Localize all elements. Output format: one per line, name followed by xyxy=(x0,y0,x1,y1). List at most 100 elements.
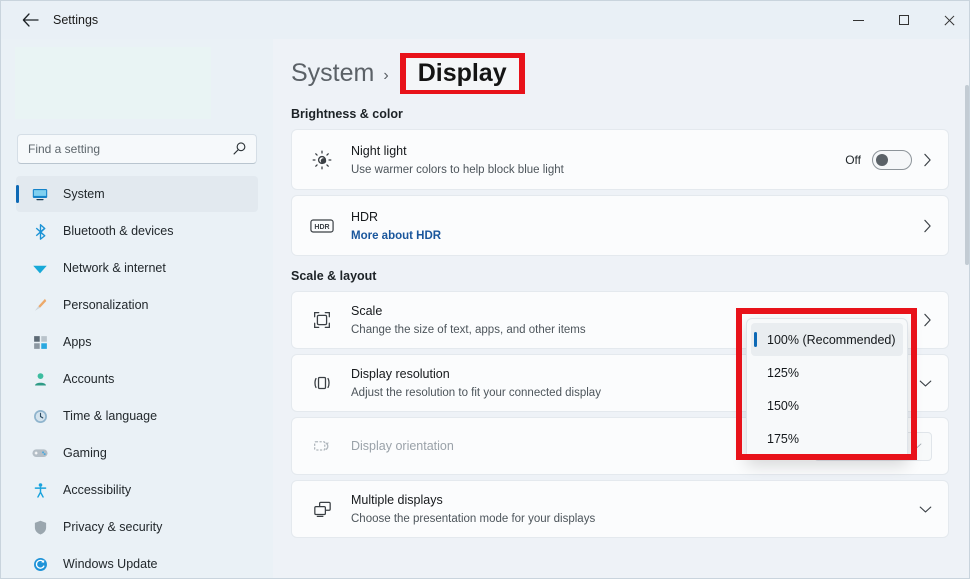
row-title: HDR xyxy=(351,209,379,224)
sidebar-item-label: Personalization xyxy=(63,298,149,312)
scale-option-150[interactable]: 150% xyxy=(751,389,903,422)
chevron-down-icon[interactable] xyxy=(919,505,932,514)
scale-option-100[interactable]: 100% (Recommended) xyxy=(751,323,903,356)
sidebar-item-label: Network & internet xyxy=(63,261,166,275)
night-light-controls: Off xyxy=(845,149,932,170)
multiple-displays-icon xyxy=(308,498,336,521)
setting-row-hdr[interactable]: HDR HDR More about HDR xyxy=(291,195,949,256)
wifi-icon xyxy=(30,258,50,278)
display-orientation-text: Display orientation xyxy=(351,437,814,455)
gamepad-icon xyxy=(30,443,50,463)
svg-text:HDR: HDR xyxy=(314,224,329,231)
display-resolution-controls xyxy=(919,379,932,388)
sidebar-item-bluetooth-devices[interactable]: Bluetooth & devices xyxy=(16,213,258,249)
multiple-displays-text: Multiple displays Choose the presentatio… xyxy=(351,491,919,527)
sidebar-item-label: System xyxy=(63,187,105,201)
monitor-icon xyxy=(30,184,50,204)
toggle-knob xyxy=(876,153,888,166)
scale-resize-icon xyxy=(308,309,336,331)
row-subtitle: Change the size of text, apps, and other… xyxy=(351,324,586,336)
sidebar: System Bluetooth & devices Network & int… xyxy=(1,39,273,578)
night-light-toggle[interactable] xyxy=(872,149,912,170)
back-arrow-icon xyxy=(22,13,39,27)
sidebar-item-label: Accounts xyxy=(63,372,115,386)
night-light-text: Night light Use warmer colors to help bl… xyxy=(351,142,845,178)
section-heading-brightness-color: Brightness & color xyxy=(291,107,403,121)
close-icon xyxy=(943,14,955,26)
scale-dropdown-list[interactable]: 100% (Recommended) 125% 150% 175% xyxy=(746,318,908,460)
resolution-icon xyxy=(308,372,336,394)
scale-option-label: 100% (Recommended) xyxy=(767,332,896,347)
back-button[interactable] xyxy=(13,5,47,35)
sidebar-item-label: Privacy & security xyxy=(63,520,163,534)
section-heading-scale-layout: Scale & layout xyxy=(291,269,377,283)
sidebar-nav: System Bluetooth & devices Network & int… xyxy=(1,176,273,578)
scale-option-label: 150% xyxy=(767,398,799,413)
sidebar-item-personalization[interactable]: Personalization xyxy=(16,287,258,323)
multiple-displays-controls xyxy=(919,505,932,514)
sidebar-item-label: Windows Update xyxy=(63,557,158,571)
person-icon xyxy=(30,369,50,389)
row-subtitle: Adjust the resolution to fit your connec… xyxy=(351,387,601,399)
more-about-hdr-link[interactable]: More about HDR xyxy=(351,230,441,242)
accessibility-icon xyxy=(30,480,50,500)
row-subtitle: Choose the presentation mode for your di… xyxy=(351,513,596,525)
scale-controls xyxy=(923,313,932,327)
apps-grid-icon xyxy=(30,332,50,352)
row-title: Scale xyxy=(351,304,383,318)
setting-row-night-light[interactable]: Night light Use warmer colors to help bl… xyxy=(291,129,949,190)
setting-row-multiple-displays[interactable]: Multiple displays Choose the presentatio… xyxy=(291,480,949,538)
chevron-right-icon[interactable] xyxy=(923,313,932,327)
chevron-down-icon[interactable] xyxy=(919,379,932,388)
sidebar-item-accounts[interactable]: Accounts xyxy=(16,361,258,397)
minimize-button[interactable] xyxy=(836,1,881,39)
brightness-color-cards: Night light Use warmer colors to help bl… xyxy=(291,129,949,256)
scale-option-label: 175% xyxy=(767,431,799,446)
brightness-sun-icon xyxy=(308,149,336,171)
main-content: System › Display Brightness & color Nigh… xyxy=(273,39,969,578)
sidebar-item-privacy-security[interactable]: Privacy & security xyxy=(16,509,258,545)
sidebar-item-windows-update[interactable]: Windows Update xyxy=(16,546,258,578)
window-title: Settings xyxy=(53,13,99,27)
scale-option-175[interactable]: 175% xyxy=(751,422,903,455)
scale-option-125[interactable]: 125% xyxy=(751,356,903,389)
sidebar-item-system[interactable]: System xyxy=(16,176,258,212)
paintbrush-icon xyxy=(30,295,50,315)
scale-option-label: 125% xyxy=(767,365,799,380)
row-title: Display orientation xyxy=(351,439,454,453)
sidebar-item-network-internet[interactable]: Network & internet xyxy=(16,250,258,286)
shield-icon xyxy=(30,517,50,537)
sidebar-item-label: Accessibility xyxy=(63,483,132,497)
breadcrumb-separator-icon: › xyxy=(383,66,389,84)
user-profile-placeholder xyxy=(15,47,211,119)
breadcrumb: System › Display xyxy=(291,53,969,94)
title-bar: Settings xyxy=(1,1,969,39)
night-light-state-label: Off xyxy=(845,152,861,167)
chevron-right-icon[interactable] xyxy=(923,153,932,167)
window-controls xyxy=(836,1,969,39)
bluetooth-icon xyxy=(30,221,50,241)
content-scrollbar[interactable] xyxy=(965,85,969,265)
close-button[interactable] xyxy=(926,1,969,39)
search-box[interactable] xyxy=(17,134,257,164)
row-subtitle: Use warmer colors to help block blue lig… xyxy=(351,163,564,176)
search-input[interactable] xyxy=(18,142,213,156)
sidebar-item-time-language[interactable]: Time & language xyxy=(16,398,258,434)
hdr-controls xyxy=(923,219,932,233)
sidebar-item-accessibility[interactable]: Accessibility xyxy=(16,472,258,508)
sidebar-item-label: Bluetooth & devices xyxy=(63,224,174,238)
row-title: Display resolution xyxy=(351,367,450,381)
row-title: Night light xyxy=(351,143,407,158)
maximize-icon xyxy=(898,15,909,25)
update-icon xyxy=(30,554,50,574)
page-title: Display xyxy=(405,58,519,90)
sidebar-item-gaming[interactable]: Gaming xyxy=(16,435,258,471)
maximize-button[interactable] xyxy=(881,1,926,39)
row-title: Multiple displays xyxy=(351,493,443,507)
chevron-right-icon[interactable] xyxy=(923,219,932,233)
settings-window: Settings Find a setting System Bluetooth… xyxy=(0,0,970,579)
chevron-down-icon xyxy=(911,442,922,450)
sidebar-item-apps[interactable]: Apps xyxy=(16,324,258,360)
breadcrumb-parent[interactable]: System xyxy=(291,59,374,88)
clock-icon xyxy=(30,406,50,426)
